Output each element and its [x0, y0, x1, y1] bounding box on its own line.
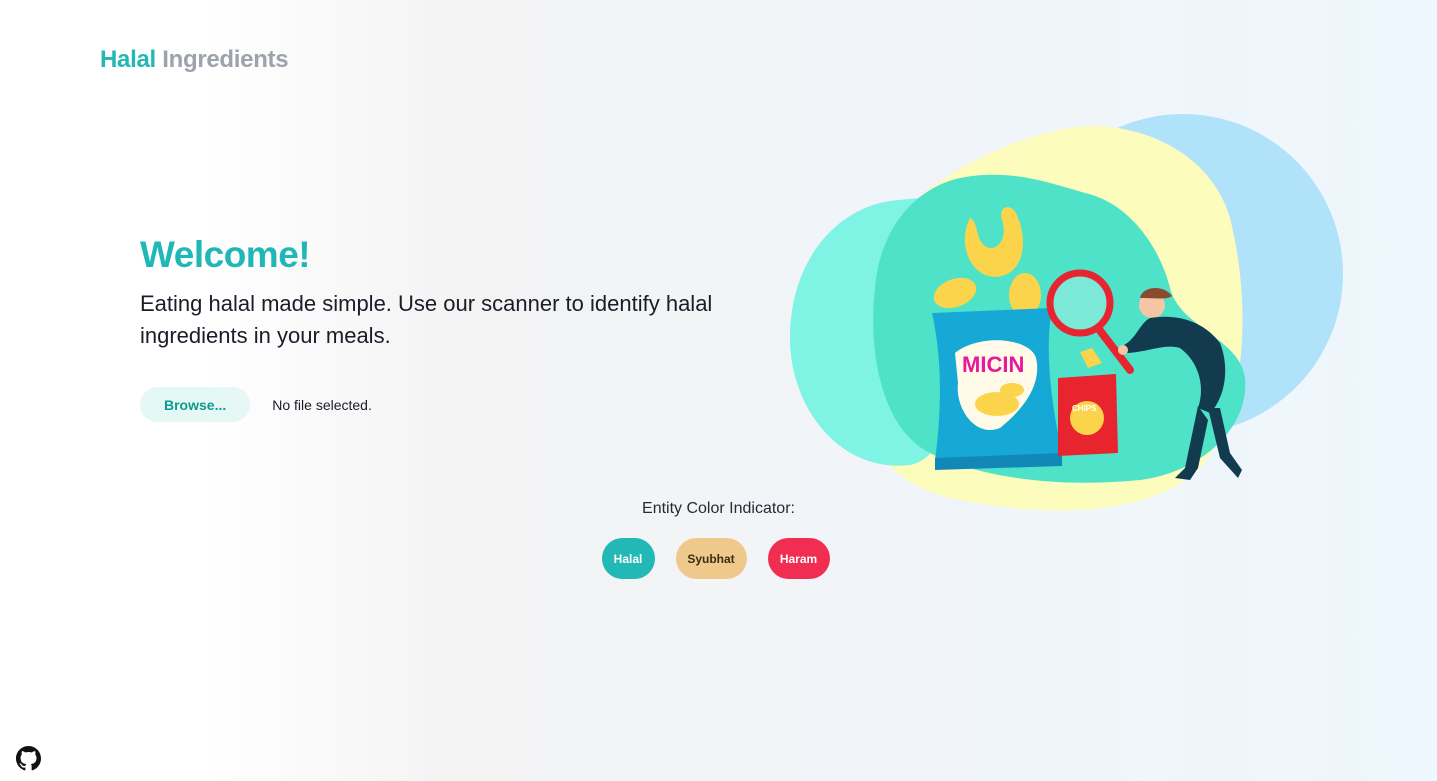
welcome-heading: Welcome! [140, 234, 311, 275]
file-status: No file selected. [272, 396, 372, 413]
micin-label: MICIN [962, 352, 1024, 377]
github-icon[interactable] [16, 746, 41, 771]
hero-section: Welcome! Eating halal made simple. Use o… [140, 232, 760, 352]
brand-logo[interactable]: Halal Ingredients [100, 46, 289, 74]
chips-label: CHIPS [1072, 404, 1097, 413]
brand-halal: Halal [100, 46, 156, 73]
hero-illustration: MICIN CHIPS [790, 114, 1343, 511]
halal-badge: Halal [601, 538, 655, 579]
welcome-subtitle: Eating halal made simple. Use our scanne… [140, 291, 713, 348]
syubhat-badge: Syubhat [675, 538, 747, 579]
browse-button[interactable]: Browse... [140, 387, 251, 422]
brand-ingredients: Ingredients [162, 46, 289, 73]
file-upload: Browse... No file selected. [140, 387, 372, 422]
indicator-legend: Halal Syubhat Haram [0, 538, 1434, 579]
magnifier [1046, 269, 1114, 337]
haram-badge: Haram [767, 538, 830, 579]
